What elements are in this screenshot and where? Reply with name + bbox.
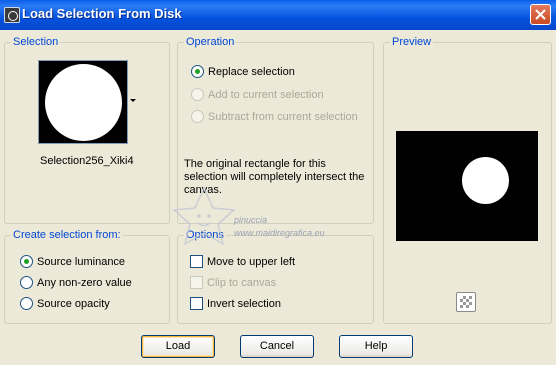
checkbox-box bbox=[190, 276, 203, 289]
operation-info-text: The original rectangle for this selectio… bbox=[184, 158, 365, 196]
selection-name: Selection256_Xiki4 bbox=[40, 155, 134, 167]
preview-legend: Preview bbox=[390, 36, 434, 48]
radio-indicator bbox=[191, 65, 204, 78]
title-bar: Load Selection From Disk bbox=[0, 0, 556, 30]
radio-indicator bbox=[20, 276, 33, 289]
preview-shape bbox=[462, 157, 509, 204]
checkbox-box bbox=[190, 297, 203, 310]
selection-legend: Selection bbox=[11, 36, 61, 48]
operation-legend: Operation bbox=[184, 36, 237, 48]
options-legend: Options bbox=[184, 229, 226, 241]
radio-indicator bbox=[20, 297, 33, 310]
option-label: Invert selection bbox=[207, 298, 281, 310]
selection-shape bbox=[45, 64, 122, 141]
close-button[interactable] bbox=[530, 4, 551, 25]
option-label: Source opacity bbox=[37, 298, 110, 310]
selection-thumbnail-dropdown[interactable] bbox=[38, 60, 128, 144]
checkbox-box bbox=[190, 255, 203, 268]
create-from-legend: Create selection from: bbox=[11, 229, 123, 241]
option-label: Clip to canvas bbox=[207, 277, 277, 289]
watermark-url: www.maidiregrafica.eu bbox=[234, 228, 325, 238]
load-button[interactable]: Load bbox=[141, 335, 215, 358]
option-label: Move to upper left bbox=[207, 256, 296, 268]
option-label: Source luminance bbox=[37, 256, 126, 268]
transparency-toggle-button[interactable] bbox=[456, 292, 476, 312]
option-label: Replace selection bbox=[208, 66, 295, 78]
option-label: Subtract from current selection bbox=[208, 111, 358, 123]
close-icon bbox=[535, 9, 546, 20]
app-icon bbox=[4, 7, 20, 23]
preview-image bbox=[396, 131, 538, 241]
help-button[interactable]: Help bbox=[339, 335, 413, 358]
radio-indicator bbox=[191, 88, 204, 101]
radio-indicator bbox=[20, 255, 33, 268]
window-title: Load Selection From Disk bbox=[22, 6, 182, 21]
watermark-text: pinuccia bbox=[234, 215, 268, 225]
radio-indicator bbox=[191, 110, 204, 123]
chevron-down-icon[interactable] bbox=[130, 99, 136, 102]
cancel-button[interactable]: Cancel bbox=[240, 335, 314, 358]
option-label: Any non-zero value bbox=[37, 277, 132, 289]
checkerboard-icon bbox=[460, 296, 472, 308]
option-label: Add to current selection bbox=[208, 89, 324, 101]
